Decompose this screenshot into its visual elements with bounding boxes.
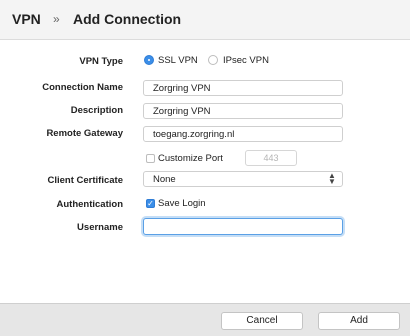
username-field[interactable] [143, 218, 343, 235]
header-bar: VPN » Add Connection [0, 0, 410, 40]
client-certificate-value: None [153, 174, 176, 185]
save-login-checkbox[interactable]: ✓ [146, 199, 155, 208]
description-field[interactable]: Zorgring VPN [143, 103, 343, 119]
page-title: Add Connection [73, 11, 182, 27]
remote-gateway-label: Remote Gateway [46, 128, 123, 139]
add-button[interactable]: Add [318, 312, 400, 330]
add-connection-window: VPN » Add Connection VPN Type SSL VPN IP… [0, 0, 410, 336]
description-label: Description [70, 105, 123, 116]
customize-port-label[interactable]: Customize Port [158, 153, 223, 164]
chevron-updown-icon: ▲ ▼ [328, 171, 336, 186]
save-login-label[interactable]: Save Login [158, 198, 206, 209]
authentication-label: Authentication [56, 199, 124, 210]
username-label: Username [77, 222, 123, 233]
breadcrumb-separator-icon: » [53, 12, 60, 26]
remote-gateway-field[interactable]: toegang.zorgring.nl [143, 126, 343, 142]
vpn-type-label: VPN Type [79, 56, 123, 67]
customize-port-checkbox[interactable] [146, 154, 155, 163]
connection-name-field[interactable]: Zorgring VPN [143, 80, 343, 96]
cancel-button[interactable]: Cancel [221, 312, 303, 330]
ipsec-vpn-radio[interactable] [208, 55, 218, 65]
footer-bar: Cancel Add [0, 303, 410, 336]
client-certificate-label: Client Certificate [47, 175, 124, 186]
client-certificate-select[interactable]: None ▲ ▼ [143, 171, 343, 187]
connection-name-label: Connection Name [42, 82, 123, 93]
breadcrumb-vpn[interactable]: VPN [12, 11, 41, 27]
ipsec-vpn-radio-label[interactable]: IPsec VPN [223, 55, 269, 66]
port-field[interactable]: 443 [245, 150, 297, 166]
ssl-vpn-radio-label[interactable]: SSL VPN [158, 55, 198, 66]
ssl-vpn-radio[interactable] [144, 55, 154, 65]
